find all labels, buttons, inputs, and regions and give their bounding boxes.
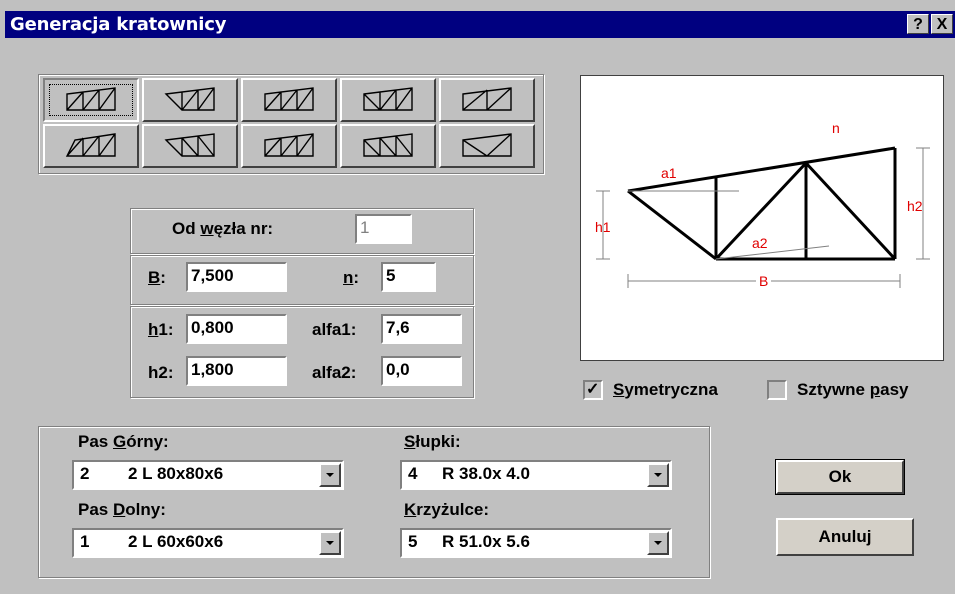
a1-dim-label: a1 bbox=[661, 165, 677, 181]
chevron-down-icon bbox=[654, 541, 662, 545]
n-label: n: bbox=[343, 268, 360, 287]
truss-type-button-9[interactable] bbox=[340, 124, 436, 168]
truss-type-icon bbox=[462, 133, 512, 157]
slupki-label: Słupki: bbox=[404, 432, 461, 451]
h2-dim-label: h2 bbox=[907, 198, 923, 214]
check-mark-icon: ✓ bbox=[586, 381, 600, 398]
pas-gorny-label: Pas Górny: bbox=[78, 432, 169, 451]
h1-label: h1: bbox=[148, 320, 174, 339]
truss-type-button-3[interactable] bbox=[241, 78, 337, 122]
left-diagonal bbox=[627, 189, 717, 261]
b-field[interactable]: 7,500 bbox=[186, 262, 287, 292]
truss-type-button-4[interactable] bbox=[340, 78, 436, 122]
rigid-chords-checkbox[interactable] bbox=[767, 380, 787, 400]
slupki-value: R 38.0x 4.0 bbox=[442, 464, 530, 483]
slupki-select[interactable]: 4 R 38.0x 4.0 bbox=[400, 460, 672, 490]
title-bar: Generacja kratownicy ? X bbox=[5, 11, 955, 38]
krzyzulce-label: Krzyżulce: bbox=[404, 500, 490, 519]
h2-field[interactable]: 1,800 bbox=[186, 356, 287, 386]
alfa2-field[interactable]: 0,0 bbox=[381, 356, 462, 386]
h1-dim-label: h1 bbox=[595, 219, 611, 235]
truss-type-button-6[interactable] bbox=[43, 124, 139, 168]
truss-type-button-2[interactable] bbox=[142, 78, 238, 122]
window-title: Generacja kratownicy bbox=[10, 14, 227, 35]
truss-preview: n a1 a2 h1 h2 B bbox=[580, 75, 944, 361]
truss-type-icon bbox=[264, 133, 314, 157]
truss-type-button-8[interactable] bbox=[241, 124, 337, 168]
truss-type-icon bbox=[363, 87, 413, 111]
truss-type-icon bbox=[164, 133, 215, 157]
pas-gorny-dropdown-button[interactable] bbox=[319, 463, 341, 487]
krzyzulce-value: R 51.0x 5.6 bbox=[442, 532, 530, 551]
node-number-field[interactable]: 1 bbox=[355, 214, 412, 244]
chevron-down-icon bbox=[326, 541, 334, 545]
truss-type-icon bbox=[65, 133, 116, 157]
alfa1-label: alfa1: bbox=[312, 320, 357, 339]
pas-dolny-value: 2 L 60x60x6 bbox=[128, 532, 224, 551]
dialog-window: Generacja kratownicy ? X Od węzła nr: 1 … bbox=[0, 0, 955, 594]
pas-gorny-value: 2 L 80x80x6 bbox=[128, 464, 224, 483]
chevron-down-icon bbox=[654, 473, 662, 477]
symmetric-label[interactable]: Symetryczna bbox=[613, 380, 718, 400]
pas-dolny-dropdown-button[interactable] bbox=[319, 531, 341, 555]
h1-field[interactable]: 0,800 bbox=[186, 314, 287, 344]
help-button[interactable]: ? bbox=[907, 14, 929, 34]
b-dim-label: B bbox=[759, 273, 768, 289]
symmetric-checkbox[interactable]: ✓ bbox=[583, 380, 603, 400]
pas-dolny-select[interactable]: 1 2 L 60x60x6 bbox=[72, 528, 344, 558]
cancel-button[interactable]: Anuluj bbox=[776, 518, 914, 556]
pas-gorny-select[interactable]: 2 2 L 80x80x6 bbox=[72, 460, 344, 490]
truss-type-icon bbox=[363, 133, 413, 157]
node-label: Od węzła nr: bbox=[172, 219, 274, 238]
alfa2-label: alfa2: bbox=[312, 363, 357, 382]
krzyzulce-select[interactable]: 5 R 51.0x 5.6 bbox=[400, 528, 672, 558]
alfa1-field[interactable]: 7,6 bbox=[381, 314, 462, 344]
chevron-down-icon bbox=[326, 473, 334, 477]
truss-type-icon bbox=[264, 87, 314, 111]
truss-type-button-5[interactable] bbox=[439, 78, 535, 122]
focus-rect bbox=[49, 84, 133, 116]
truss-diagram: n a1 a2 h1 h2 B bbox=[595, 120, 930, 289]
diagonal-2 bbox=[804, 161, 897, 261]
truss-type-button-7[interactable] bbox=[142, 124, 238, 168]
truss-type-button-1[interactable] bbox=[43, 78, 139, 122]
h2-label: h2: bbox=[148, 363, 174, 382]
close-button[interactable]: X bbox=[931, 14, 953, 34]
rigid-chords-label[interactable]: Sztywne pasy bbox=[797, 380, 909, 400]
slupki-dropdown-button[interactable] bbox=[647, 463, 669, 487]
a2-dim-label: a2 bbox=[752, 235, 768, 251]
a2-ref-line bbox=[715, 245, 830, 260]
truss-type-icon bbox=[164, 87, 215, 111]
b-label: B: bbox=[148, 268, 166, 287]
n-field[interactable]: 5 bbox=[381, 262, 436, 292]
pas-dolny-label: Pas Dolny: bbox=[78, 500, 166, 519]
truss-type-icon bbox=[462, 87, 512, 111]
krzyzulce-dropdown-button[interactable] bbox=[647, 531, 669, 555]
n-dim-label: n bbox=[832, 120, 840, 136]
ok-button[interactable]: Ok bbox=[775, 459, 905, 495]
truss-type-button-10[interactable] bbox=[439, 124, 535, 168]
